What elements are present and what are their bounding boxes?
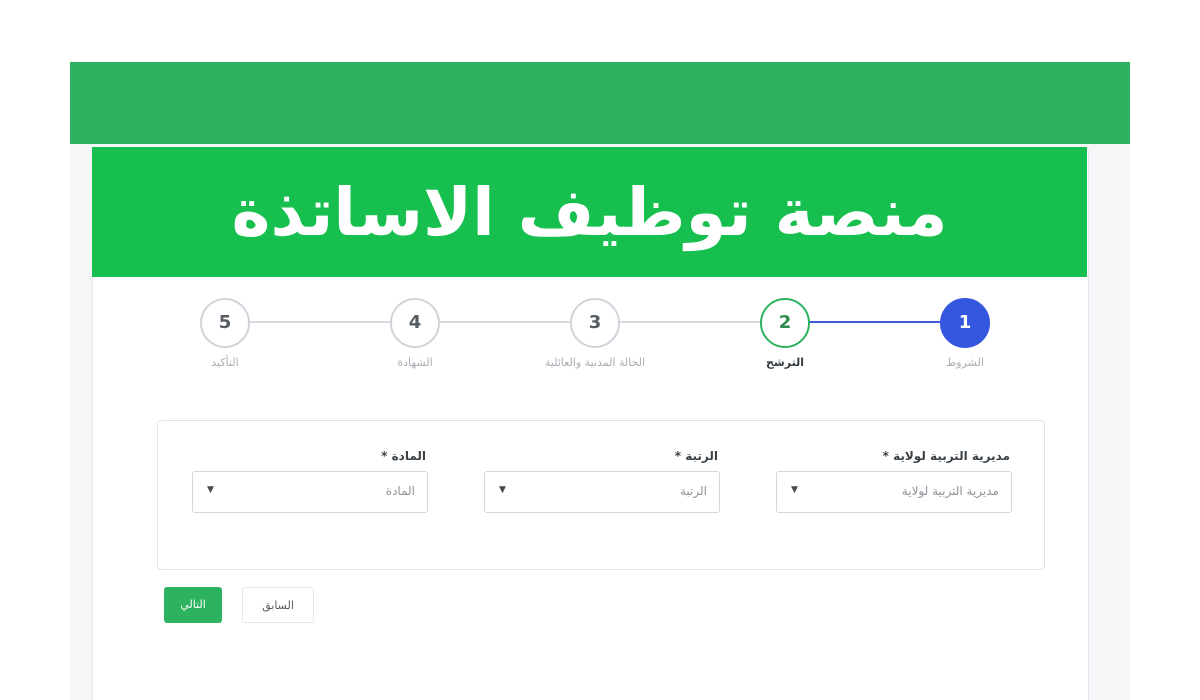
directorate-field: مديرية التربية لولاية * مديرية التربية ل… [776, 449, 1012, 513]
rank-field: الرتبة * الرتبة ▼ [484, 449, 720, 513]
progress-stepper: 5 التأكيد 4 الشهادة 3 الحالة المدنية وال… [150, 295, 1040, 385]
rank-select-value: الرتبة [679, 484, 707, 498]
step-2-circle: 2 [760, 298, 810, 348]
rank-select[interactable]: الرتبة ▼ [484, 471, 720, 513]
next-button[interactable]: التالي [164, 587, 222, 623]
step-5-circle: 5 [200, 298, 250, 348]
step-3[interactable]: 3 الحالة المدنية والعائلية [520, 295, 670, 369]
step-4-label: الشهادة [397, 356, 433, 369]
directorate-label: مديرية التربية لولاية * [882, 449, 1010, 463]
step-1-label: الشروط [946, 356, 984, 369]
directorate-select[interactable]: مديرية التربية لولاية ▼ [776, 471, 1012, 513]
caret-down-icon: ▼ [207, 485, 214, 495]
directorate-select-value: مديرية التربية لولاية [901, 484, 999, 498]
top-header-bar [70, 62, 1130, 144]
title-banner: منصة توظيف الاساتذة [92, 147, 1087, 277]
page-title: منصة توظيف الاساتذة [231, 173, 948, 251]
step-1-circle: 1 [940, 298, 990, 348]
step-1[interactable]: 1 الشروط [890, 295, 1040, 369]
step-4-circle: 4 [390, 298, 440, 348]
caret-down-icon: ▼ [791, 485, 798, 495]
rank-label: الرتبة * [674, 449, 718, 463]
caret-down-icon: ▼ [499, 485, 506, 495]
step-5[interactable]: 5 التأكيد [150, 295, 300, 369]
step-4[interactable]: 4 الشهادة [340, 295, 490, 369]
subject-field: المادة * المادة ▼ [192, 449, 428, 513]
step-5-label: التأكيد [211, 356, 239, 369]
step-2[interactable]: 2 الترشح [710, 295, 860, 369]
step-2-label: الترشح [766, 356, 804, 369]
previous-button[interactable]: السابق [242, 587, 314, 623]
subject-select[interactable]: المادة ▼ [192, 471, 428, 513]
step-3-label: الحالة المدنية والعائلية [544, 356, 646, 369]
subject-select-value: المادة [385, 484, 415, 498]
subject-label: المادة * [381, 449, 426, 463]
step-3-circle: 3 [570, 298, 620, 348]
application-form-panel: مديرية التربية لولاية * مديرية التربية ل… [157, 420, 1045, 570]
